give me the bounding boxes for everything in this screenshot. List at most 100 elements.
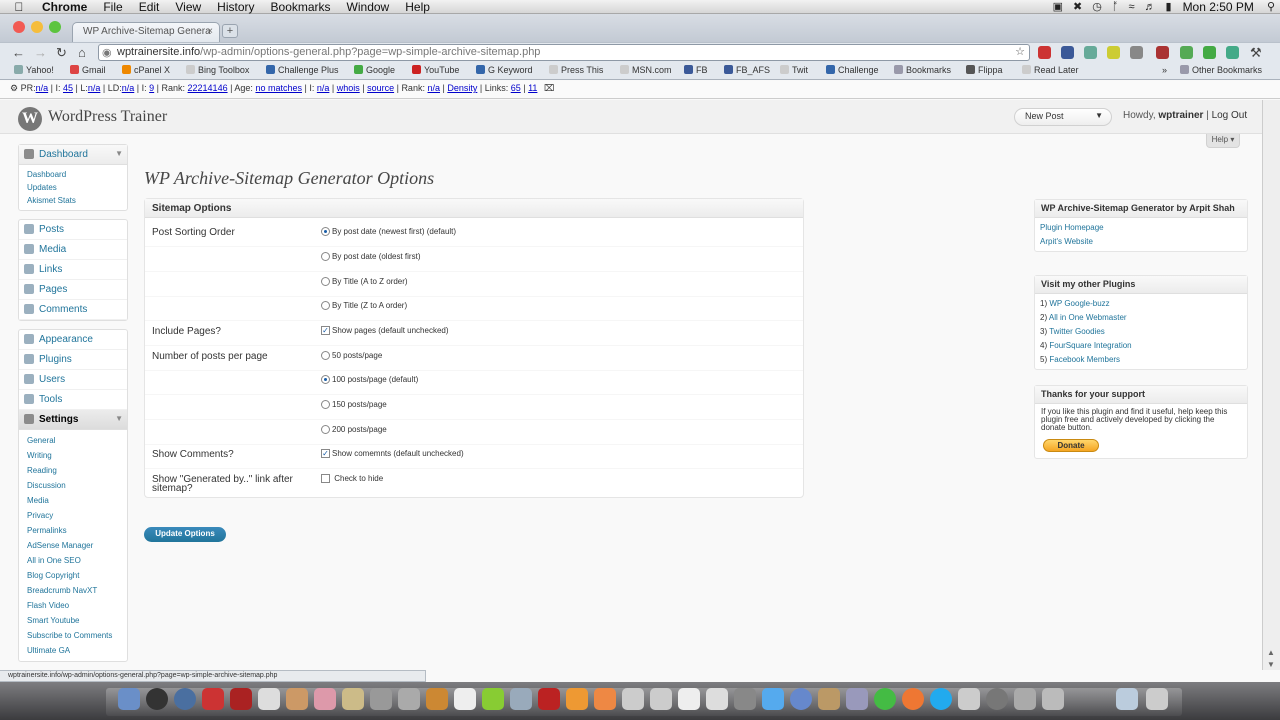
dashboard-app-icon[interactable] [146,688,168,710]
menu-help[interactable]: Help [405,0,430,14]
quicktime-icon[interactable] [202,688,224,710]
dropdown-arrow-icon[interactable]: ▼ [1095,111,1103,120]
downloads-folder-icon[interactable] [1116,688,1138,710]
submenu-item-privacy[interactable]: Privacy [27,508,127,523]
browser-tab[interactable]: WP Archive-Sitemap Genera × [72,22,220,42]
seo-ld[interactable]: n/a [122,83,135,93]
update-options-button[interactable]: Update Options [144,527,226,542]
extension-icon[interactable] [1203,46,1216,59]
seo-age[interactable]: no matches [255,83,302,93]
app-icon[interactable] [398,688,420,710]
close-tab-icon[interactable]: × [207,26,213,37]
new-tab-button[interactable]: + [222,24,238,38]
menu-plugins[interactable]: Plugins [19,350,127,370]
address-bar[interactable]: ◉ wptrainersite.info/wp-admin/options-ge… [98,44,1030,61]
screen-icon[interactable]: ▣ [1053,0,1063,13]
calendar-icon[interactable] [258,688,280,710]
app-icon[interactable] [734,688,756,710]
sort-title-za-radio[interactable] [321,301,330,310]
bookmark-read-later[interactable]: Read Later [1022,65,1079,75]
posts-50-radio[interactable] [321,351,330,360]
bookmark-gmail[interactable]: Gmail [70,65,106,75]
bluetooth-icon[interactable]: ᚩ [1112,1,1119,13]
filezilla-icon[interactable] [538,688,560,710]
posts-200-label[interactable]: 200 posts/page [332,425,387,434]
menu-media[interactable]: Media [19,240,127,260]
menu-file[interactable]: File [103,0,122,14]
menu-edit[interactable]: Edit [139,0,160,14]
plugin-link[interactable]: FourSquare Integration [1049,341,1131,350]
app-icon[interactable] [370,688,392,710]
bookmark-yahoo[interactable]: Yahoo! [14,65,54,75]
app-icon[interactable] [426,688,448,710]
chrome-icon[interactable] [874,688,896,710]
posts-200-radio[interactable] [321,425,330,434]
page-scrollbar[interactable]: ▲ ▼ [1262,100,1280,670]
username-link[interactable]: wptrainer [1158,110,1203,121]
status-icon[interactable]: ✖ [1073,0,1082,13]
posts-100-label[interactable]: 100 posts/page (default) [332,375,418,384]
submenu-item-flash-video[interactable]: Flash Video [27,598,127,613]
seo-pr[interactable]: n/a [36,83,49,93]
app-icon[interactable] [566,688,588,710]
bookmark-flippa[interactable]: Flippa [966,65,1003,75]
submenu-item-media[interactable]: Media [27,493,127,508]
menu-comments[interactable]: Comments [19,300,127,320]
plugin-link[interactable]: Twitter Goodies [1049,327,1105,336]
seo-links[interactable]: n/a [88,83,101,93]
sort-oldest-radio[interactable] [321,252,330,261]
bookmark-other[interactable]: Other Bookmarks [1180,65,1262,75]
posts-50-label[interactable]: 50 posts/page [332,351,382,360]
posts-100-radio[interactable] [321,375,330,384]
seo-density[interactable]: Density [447,83,477,93]
bookmark-challenge[interactable]: Challenge [826,65,879,75]
minimize-window-icon[interactable] [31,21,43,33]
bookmark-cpanel[interactable]: cPanel X [122,65,170,75]
time-machine-icon[interactable]: ◷ [1092,0,1102,13]
spotlight-icon[interactable]: ⚲ [1267,0,1275,13]
menu-bookmarks[interactable]: Bookmarks [271,0,331,14]
submenu-item-adsense-manager[interactable]: AdSense Manager [27,538,127,553]
extension-icon[interactable] [1180,46,1193,59]
scroll-down-icon[interactable]: ▼ [1267,660,1275,669]
forward-icon[interactable]: → [34,45,47,60]
app-icon[interactable] [482,688,504,710]
seo-index3[interactable]: n/a [317,83,330,93]
sort-newest-radio[interactable] [321,227,330,236]
seo-source[interactable]: source [367,83,394,93]
bookmark-google[interactable]: Google [354,65,395,75]
seo-rank[interactable]: 22214146 [188,83,228,93]
new-post-dropdown[interactable]: New Post ▼ [1014,108,1112,126]
seo-rank2[interactable]: n/a [427,83,440,93]
submenu-item-akismet-stats[interactable]: Akismet Stats [27,194,127,207]
bookmark-g-keyword[interactable]: G Keyword [476,65,533,75]
plugin-link[interactable]: Facebook Members [1049,355,1120,364]
bookmark-star-icon[interactable]: ☆ [1015,45,1025,58]
submenu-item-smart-youtube[interactable]: Smart Youtube [27,613,127,628]
reload-icon[interactable]: ↻ [56,45,67,61]
submenu-item-reading[interactable]: Reading [27,463,127,478]
posts-150-label[interactable]: 150 posts/page [332,400,387,409]
submenu-item-blog-copyright[interactable]: Blog Copyright [27,568,127,583]
sort-newest-label[interactable]: By post date (newest first) (default) [332,227,456,236]
extension-icon[interactable] [1038,46,1051,59]
plugin-homepage-link[interactable]: Plugin Homepage [1035,218,1247,234]
bookmark-bing-toolbox[interactable]: Bing Toolbox [186,65,249,75]
site-title[interactable]: WordPress Trainer [48,108,167,126]
mission-control-icon[interactable] [174,688,196,710]
submenu-item-discussion[interactable]: Discussion [27,478,127,493]
wrench-icon[interactable]: ⚒ [1250,45,1262,61]
app-icon[interactable] [454,688,476,710]
bookmark-folder-bookmarks[interactable]: Bookmarks [894,65,951,75]
submenu-item-ultimate-ga[interactable]: Ultimate GA [27,643,127,658]
extension-icon[interactable] [1061,46,1074,59]
app-icon[interactable] [706,688,728,710]
bookmark-press-this[interactable]: Press This [549,65,603,75]
plugin-link[interactable]: All in One Webmaster [1049,313,1127,322]
sort-title-az-radio[interactable] [321,277,330,286]
menu-posts[interactable]: Posts [19,220,127,240]
app-icon[interactable] [986,688,1008,710]
show-comments-text[interactable]: Show comemnts (default unchecked) [332,449,464,458]
app-icon[interactable] [286,688,308,710]
dropbox-icon[interactable] [762,688,784,710]
